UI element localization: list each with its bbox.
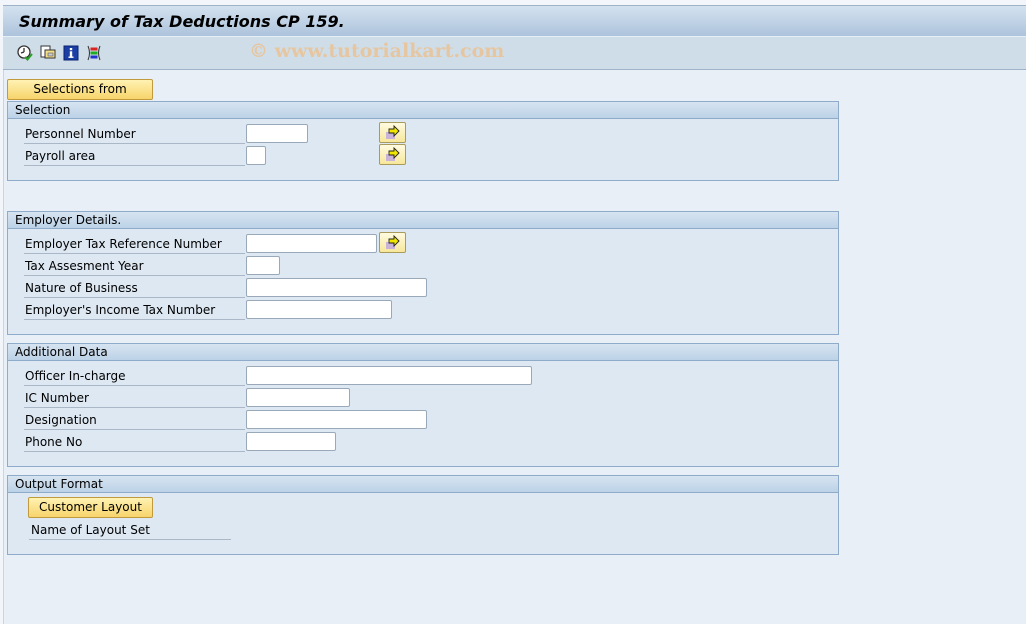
execute-icon[interactable] xyxy=(16,44,34,62)
dynamic-selections-icon[interactable] xyxy=(85,44,103,62)
layout-set-row: Name of Layout Set xyxy=(29,520,231,540)
payroll-area-input[interactable] xyxy=(246,146,266,165)
get-variant-icon[interactable] xyxy=(39,44,57,62)
ic-number-row: IC Number xyxy=(23,388,823,408)
employer-tax-ref-input[interactable] xyxy=(246,234,377,253)
output-format-group: Output Format Customer Layout Name of La… xyxy=(7,475,839,555)
officer-in-charge-label: Officer In-charge xyxy=(24,366,245,386)
nature-of-business-input[interactable] xyxy=(246,278,427,297)
officer-in-charge-row: Officer In-charge xyxy=(23,366,823,386)
employer-details-group-title: Employer Details. xyxy=(8,212,838,229)
personnel-number-label: Personnel Number xyxy=(24,124,245,144)
customer-layout-button[interactable]: Customer Layout xyxy=(28,497,153,518)
payroll-area-multiple-selection-button[interactable] xyxy=(379,144,406,165)
nature-of-business-row: Nature of Business xyxy=(23,278,823,298)
personnel-number-row: Personnel Number xyxy=(23,122,823,144)
application-toolbar: © www.tutorialkart.com xyxy=(3,37,1026,70)
employer-details-group: Employer Details. Employer Tax Reference… xyxy=(7,211,839,335)
employer-tax-ref-multiple-selection-button[interactable] xyxy=(379,232,406,253)
employer-income-tax-number-label: Employer's Income Tax Number xyxy=(24,300,245,320)
title-bar: Summary of Tax Deductions CP 159. xyxy=(3,5,1026,37)
output-format-group-title: Output Format xyxy=(8,476,838,493)
personnel-number-multiple-selection-button[interactable] xyxy=(379,122,406,143)
additional-data-group-title: Additional Data xyxy=(8,344,838,361)
payroll-area-row: Payroll area xyxy=(23,144,823,166)
designation-row: Designation xyxy=(23,410,823,430)
designation-label: Designation xyxy=(24,410,245,430)
additional-data-group: Additional Data Officer In-charge IC Num… xyxy=(7,343,839,467)
employer-income-tax-number-input[interactable] xyxy=(246,300,392,319)
ic-number-input[interactable] xyxy=(246,388,350,407)
layout-set-label: Name of Layout Set xyxy=(29,520,231,540)
phone-no-input[interactable] xyxy=(246,432,336,451)
ic-number-label: IC Number xyxy=(24,388,245,408)
phone-no-row: Phone No xyxy=(23,432,823,452)
watermark: © www.tutorialkart.com xyxy=(249,40,505,62)
selection-group-title: Selection xyxy=(8,102,838,119)
selection-group: Selection Personnel Number Payroll area xyxy=(7,101,839,181)
page-title: Summary of Tax Deductions CP 159. xyxy=(19,12,345,31)
officer-in-charge-input[interactable] xyxy=(246,366,532,385)
multiple-selection-arrow-icon xyxy=(386,124,400,139)
nature-of-business-label: Nature of Business xyxy=(24,278,245,298)
tax-assessment-year-input[interactable] xyxy=(246,256,280,275)
personnel-number-input[interactable] xyxy=(246,124,308,143)
employer-tax-ref-label: Employer Tax Reference Number xyxy=(24,234,245,254)
multiple-selection-arrow-icon xyxy=(386,234,400,249)
selections-from-button[interactable]: Selections from xyxy=(7,79,153,100)
info-icon[interactable] xyxy=(62,44,80,62)
designation-input[interactable] xyxy=(246,410,427,429)
tax-assessment-year-row: Tax Assesment Year xyxy=(23,256,823,276)
employer-tax-ref-row: Employer Tax Reference Number xyxy=(23,232,823,254)
multiple-selection-arrow-icon xyxy=(386,146,400,161)
employer-income-tax-number-row: Employer's Income Tax Number xyxy=(23,300,823,320)
tax-assessment-year-label: Tax Assesment Year xyxy=(24,256,245,276)
payroll-area-label: Payroll area xyxy=(24,146,245,166)
phone-no-label: Phone No xyxy=(24,432,245,452)
